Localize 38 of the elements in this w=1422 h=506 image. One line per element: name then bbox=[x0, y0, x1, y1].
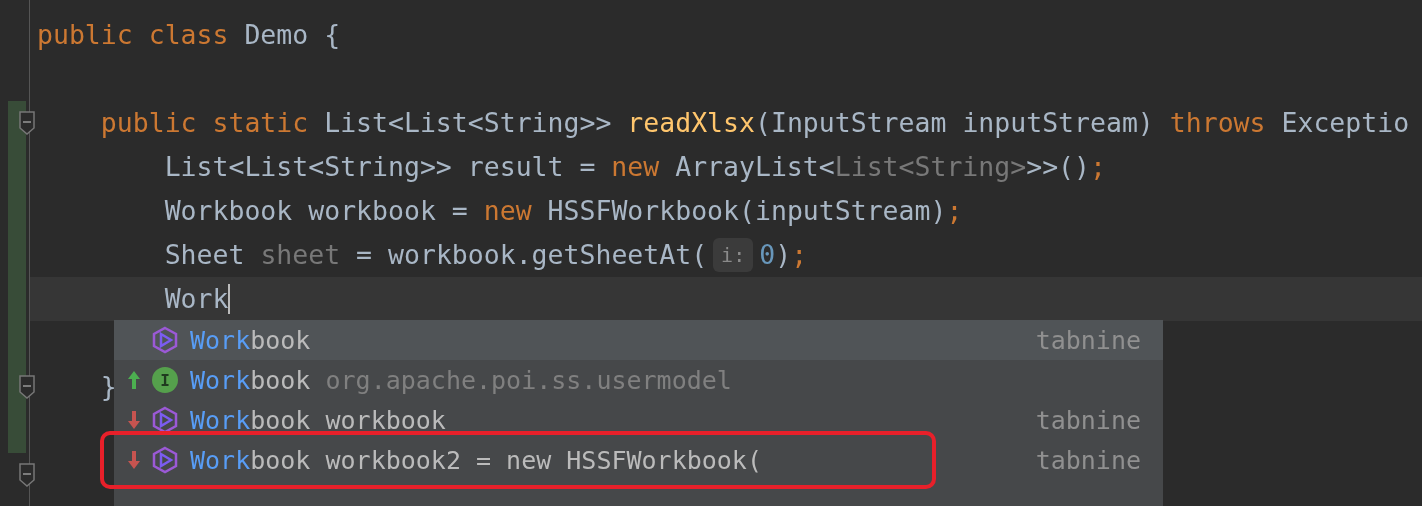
code-token: = workbook.getSheetAt( bbox=[355, 238, 708, 272]
fold-icon[interactable] bbox=[19, 463, 35, 487]
code-token: readXlsx bbox=[627, 106, 755, 140]
code-token: Work bbox=[163, 282, 229, 316]
completion-item[interactable]: Workbook workbook2 = new HSSFWorkbook( tabnine bbox=[114, 440, 1163, 480]
code-token: throws bbox=[1169, 106, 1266, 140]
code-token: List<List<String>> result = bbox=[163, 150, 597, 184]
completion-item[interactable]: I Workbook org.apache.poi.ss.usermodel bbox=[114, 360, 1163, 400]
code-token: ArrayList< bbox=[674, 150, 835, 184]
completion-item[interactable]: Workbook workbook tabnine bbox=[114, 400, 1163, 440]
fold-icon[interactable] bbox=[19, 375, 35, 399]
code-token: Workbook workbook = bbox=[163, 194, 469, 228]
code-token: new bbox=[483, 194, 532, 228]
code-token: public static bbox=[99, 106, 309, 140]
code-token: } bbox=[99, 370, 117, 404]
code-token: ; bbox=[791, 238, 808, 272]
code-token: public class bbox=[37, 18, 229, 52]
code-token: ; bbox=[1090, 150, 1106, 184]
completion-item[interactable]: Workbook tabnine bbox=[114, 320, 1163, 360]
interface-icon: I bbox=[152, 367, 178, 393]
code-token: sheet bbox=[260, 238, 341, 272]
code-token: Demo { bbox=[243, 18, 341, 52]
code-token: new bbox=[611, 150, 660, 184]
code-token: ; bbox=[946, 194, 963, 228]
code-token: List<List<String>> bbox=[323, 106, 613, 140]
code-token: List<String> bbox=[834, 150, 1027, 184]
code-token: 0 bbox=[759, 238, 776, 272]
code-token: ) bbox=[775, 238, 792, 272]
code-token: Sheet bbox=[163, 238, 246, 272]
code-token: HSSFWorkbook(inputStream) bbox=[546, 194, 947, 228]
hexagon-play-icon bbox=[152, 406, 178, 434]
hexagon-play-icon bbox=[152, 446, 178, 474]
code-token: Exceptio bbox=[1280, 106, 1410, 140]
hexagon-play-icon bbox=[152, 326, 178, 354]
parameter-hint: i: bbox=[713, 238, 754, 272]
fold-icon[interactable] bbox=[19, 111, 35, 135]
code-token: (InputStream inputStream) bbox=[754, 106, 1155, 140]
code-token: >>() bbox=[1026, 150, 1090, 184]
